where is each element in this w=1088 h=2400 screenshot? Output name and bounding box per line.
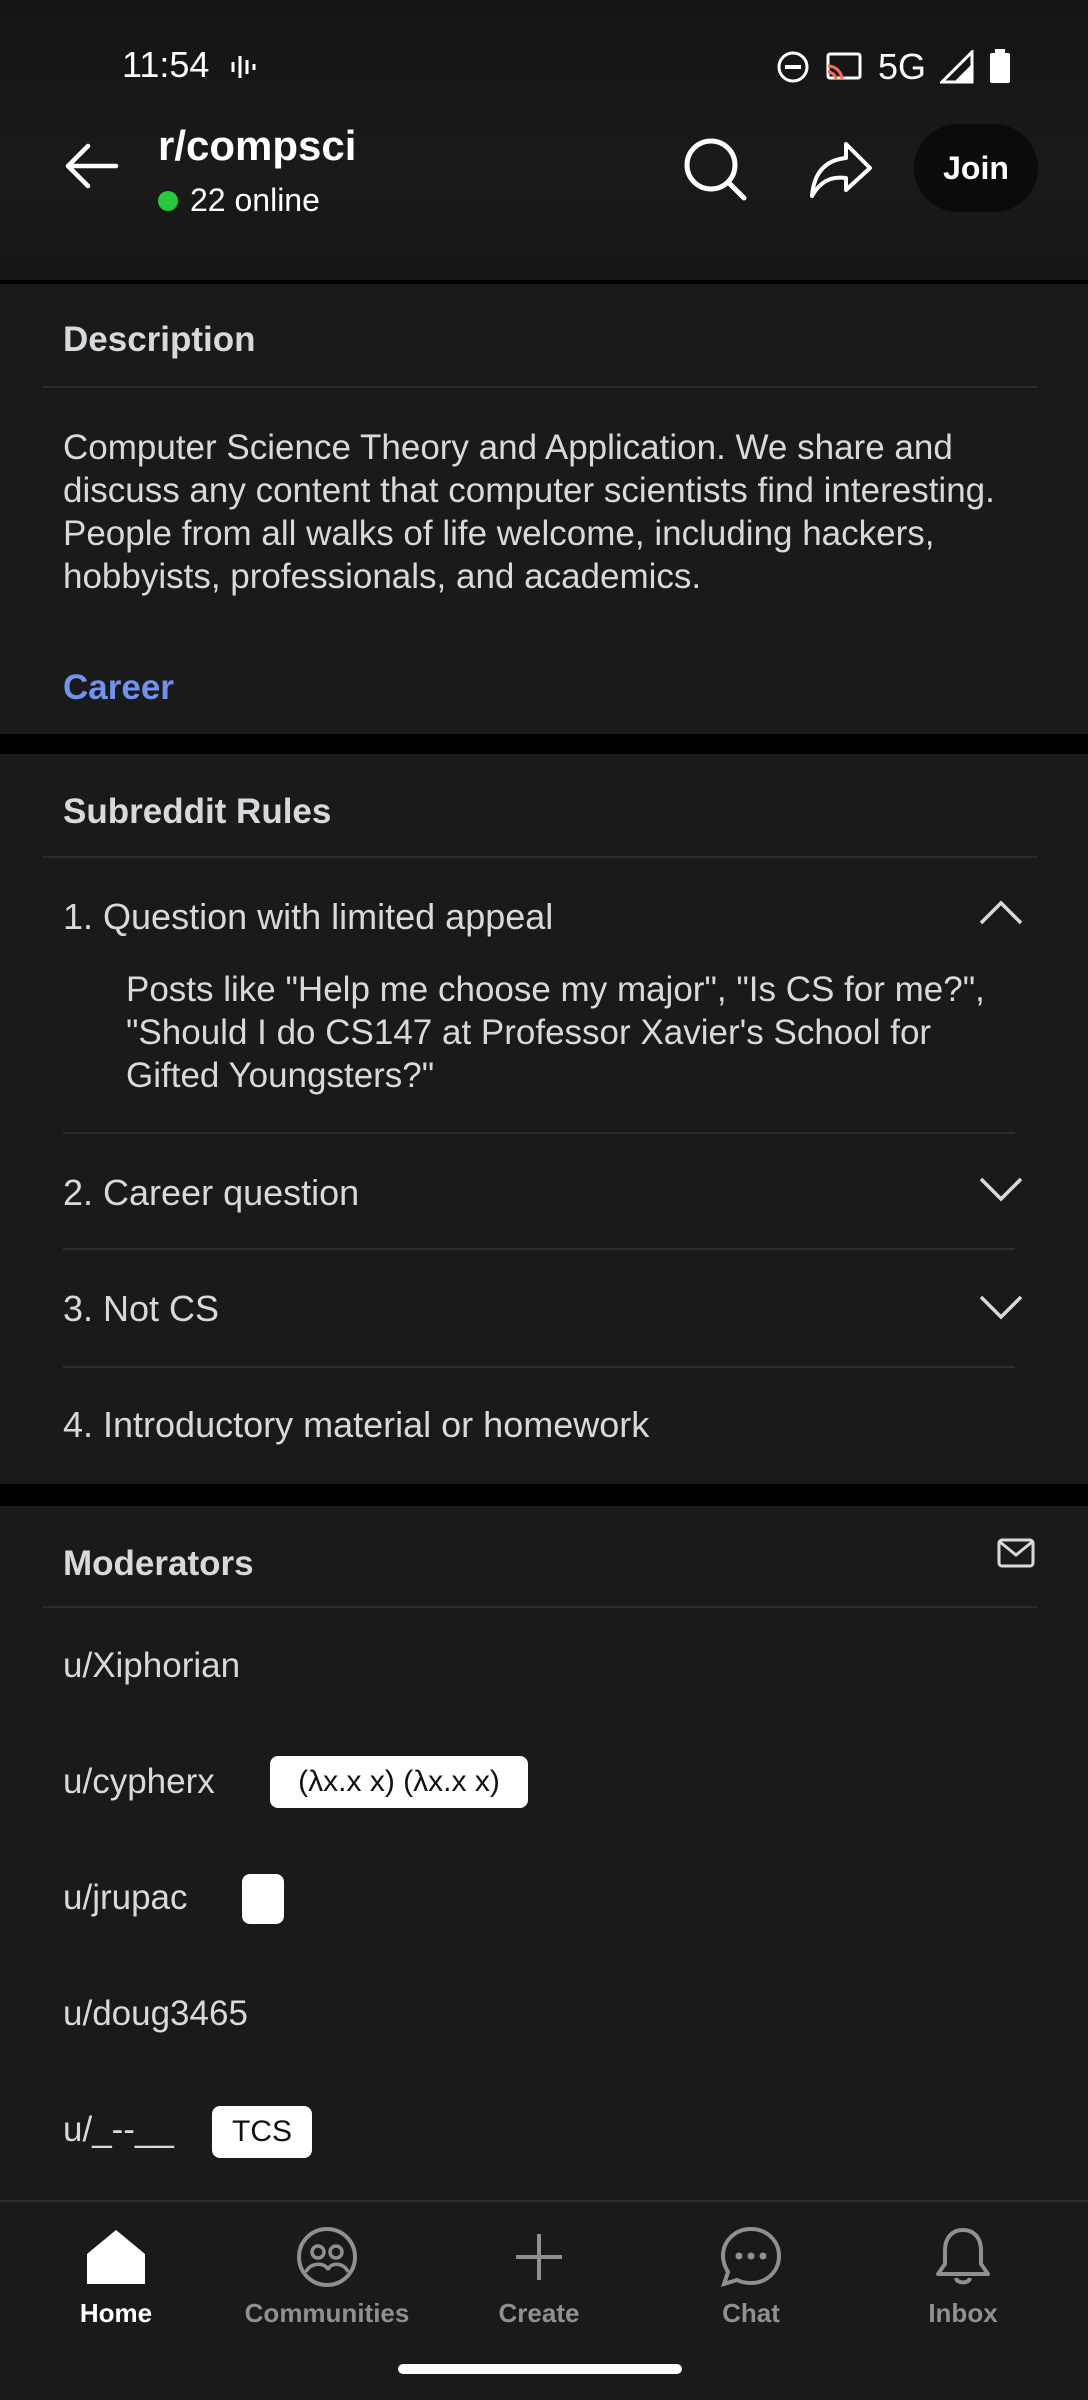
rules-heading: Subreddit Rules: [63, 792, 332, 831]
bell-icon: [936, 2228, 990, 2285]
moderator-item[interactable]: u/Xiphorian: [63, 1646, 240, 1686]
header: 11:54 5G r/compsci 22 online Join: [0, 0, 1088, 280]
divider: [63, 1366, 1015, 1368]
description-heading: Description: [63, 320, 256, 359]
chevron-down-icon[interactable]: [978, 1176, 1024, 1204]
user-flair: (λx.x x) (λx.x x): [270, 1756, 528, 1808]
status-bar: 11:54 5G: [0, 40, 1088, 96]
rule-item-2[interactable]: 2. Career question: [63, 1172, 359, 1214]
divider: [43, 856, 1037, 858]
chevron-down-icon[interactable]: [978, 1294, 1024, 1322]
user-flair: [242, 1874, 284, 1924]
nav-inbox[interactable]: Inbox: [873, 2222, 1053, 2329]
description-text: Computer Science Theory and Application.…: [63, 428, 995, 596]
battery-icon: [990, 49, 1010, 83]
dnd-icon: [777, 51, 809, 83]
cast-icon: [826, 52, 862, 81]
subreddit-name: r/compsci: [158, 122, 357, 169]
nav-chat[interactable]: Chat: [661, 2222, 841, 2329]
back-arrow-icon[interactable]: [60, 134, 124, 198]
nav-create[interactable]: Create: [449, 2222, 629, 2329]
rule-item-4[interactable]: 4. Introductory material or homework: [63, 1404, 649, 1446]
moderator-item[interactable]: u/jrupac: [63, 1878, 188, 1918]
moderators-heading: Moderators: [63, 1544, 254, 1583]
chat-icon: [720, 2226, 782, 2288]
join-button[interactable]: Join: [914, 124, 1038, 212]
description-card: Description Computer Science Theory and …: [0, 284, 1088, 734]
rule-item-1[interactable]: 1. Question with limited appeal: [63, 896, 553, 938]
rule-1-body: Posts like "Help me choose my major", "I…: [126, 970, 985, 1095]
share-icon[interactable]: [806, 134, 876, 204]
status-time: 11:54: [122, 44, 210, 85]
chevron-up-icon[interactable]: [978, 898, 1024, 926]
search-icon[interactable]: [680, 134, 750, 204]
communities-icon: [297, 2227, 357, 2287]
divider: [63, 1132, 1015, 1134]
nav-home[interactable]: Home: [26, 2222, 206, 2329]
nav-communities[interactable]: Communities: [237, 2222, 417, 2329]
network-type: 5G: [877, 46, 926, 87]
divider: [43, 386, 1037, 388]
home-indicator[interactable]: [398, 2364, 682, 2374]
plus-icon: [516, 2234, 562, 2280]
user-flair: TCS: [212, 2106, 312, 2158]
mail-icon[interactable]: [996, 1536, 1036, 1570]
moderator-item[interactable]: u/_--__: [63, 2110, 174, 2150]
rules-card: Subreddit Rules 1. Question with limited…: [0, 754, 1088, 1484]
divider: [63, 1248, 1015, 1250]
career-link[interactable]: Career: [63, 668, 174, 708]
online-dot: [158, 190, 178, 211]
home-icon: [87, 2230, 145, 2284]
divider: [43, 1606, 1037, 1608]
signal-icon: [940, 50, 974, 84]
moderators-card: Moderators u/Xiphorian u/cypherx (λx.x x…: [0, 1506, 1088, 2200]
moderator-item[interactable]: u/cypherx: [63, 1762, 215, 1802]
vibrate-icon: [231, 56, 256, 78]
online-count: 22 online: [158, 182, 320, 219]
rule-item-3[interactable]: 3. Not CS: [63, 1288, 219, 1330]
moderator-item[interactable]: u/doug3465: [63, 1994, 248, 2034]
